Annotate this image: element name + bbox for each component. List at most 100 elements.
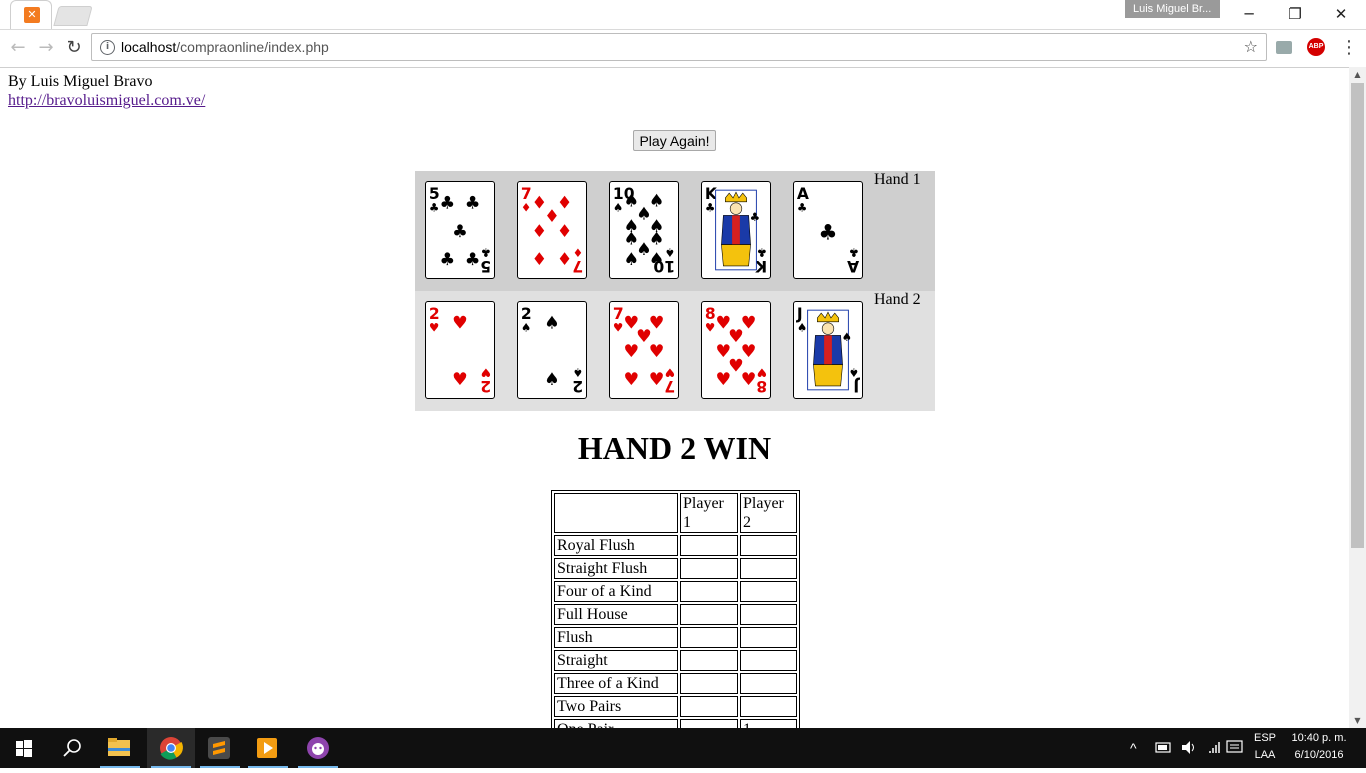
hand-label: Hand 2 (874, 291, 921, 308)
sublime-text-icon[interactable] (196, 728, 244, 768)
card-suit-top: ♣ (705, 201, 715, 215)
card: 5 ♣ 5 ♣ ♣ ♣ ♣ ♣ ♣ (425, 181, 495, 279)
table-cell (740, 627, 797, 648)
profile-button[interactable]: Luis Miguel Br... (1125, 0, 1220, 18)
minimize-icon[interactable]: ─ (1226, 0, 1272, 28)
table-row: Four of a Kind (554, 581, 797, 602)
language-indicator[interactable]: ESP (1250, 732, 1280, 744)
card-pip: ♥ (649, 370, 665, 390)
table-cell (680, 581, 738, 602)
card-pip: ♣ (465, 250, 481, 270)
search-icon[interactable] (48, 728, 96, 768)
browser-toolbar: ← → ↻ i localhost/compraonline/index.php… (0, 29, 1366, 68)
svg-text:♠: ♠ (849, 365, 859, 379)
card-corner-bottom: 5♣ (480, 245, 491, 275)
table-row: Two Pairs (554, 696, 797, 717)
table-cell (680, 558, 738, 579)
card-pip: ♦ (557, 222, 573, 242)
svg-text:♠: ♠ (573, 365, 583, 379)
card: 7 ♥ 7 ♥ ♥ ♥ ♥ ♥ ♥ ♥ ♥ (609, 301, 679, 399)
hands-board: 5 ♣ 5 ♣ ♣ ♣ ♣ ♣ ♣ 7 ♦ 7 ♦ ♦ ♦ ♦ ♦ ♦ ♦ ♦ 10 ♠ 10 ♠ ♠ ♠ ♠ ♠ ♠ ♠ ♠ ♠ ♠ ♠ K… (415, 171, 935, 411)
file-explorer-icon[interactable] (96, 728, 144, 768)
card-suit-face: ♠ (842, 330, 852, 344)
card-pip: ♣ (818, 221, 837, 246)
play-again-button[interactable]: Play Again! (633, 130, 716, 151)
card: 2 ♥ 2 ♥ ♥ ♥ (425, 301, 495, 399)
table-row: Full House (554, 604, 797, 625)
crown-icon (725, 191, 747, 203)
author-link[interactable]: http://bravoluismiguel.com.ve/ (8, 92, 205, 110)
card-pip: ♥ (624, 370, 640, 390)
menu-icon[interactable]: ⋮ (1340, 37, 1358, 58)
svg-text:♣: ♣ (757, 245, 767, 259)
card-suit-top: ♦ (521, 201, 531, 215)
extension-icon[interactable] (1276, 41, 1292, 54)
card-pip: ♥ (649, 342, 665, 362)
chevron-up-icon[interactable]: ^ (1130, 740, 1137, 756)
github-desktop-icon[interactable] (294, 728, 342, 768)
keyboard-layout-indicator[interactable]: LAA (1250, 749, 1280, 761)
svg-text:♣: ♣ (849, 245, 859, 259)
table-header: Player 2 (740, 493, 797, 533)
card: J ♠ J ♠ ♠ (793, 301, 863, 399)
svg-text:♥: ♥ (481, 365, 491, 379)
taskbar: ^ ESP LAA 10:40 p. m. 6/10/2016 (0, 728, 1366, 768)
chrome-icon[interactable] (147, 728, 195, 768)
card-corner-bottom: 2♥ (480, 365, 491, 395)
card-pip: ♣ (440, 194, 456, 214)
card-pip: ♠ (649, 250, 665, 270)
svg-text:♦: ♦ (573, 245, 583, 259)
scroll-thumb[interactable] (1351, 83, 1364, 548)
card-pip: ♥ (624, 342, 640, 362)
bookmark-star-icon[interactable]: ☆ (1244, 37, 1258, 56)
page-content: By Luis Miguel Bravo http://bravoluismig… (0, 67, 1349, 728)
card-corner-bottom: A♣ (847, 245, 859, 275)
back-icon[interactable]: ← (6, 36, 30, 60)
scroll-down-icon[interactable]: ▼ (1349, 713, 1366, 728)
vertical-scrollbar[interactable]: ▲ ▼ (1349, 67, 1366, 728)
card-suit-top: ♠ (521, 321, 531, 335)
info-icon[interactable]: i (100, 40, 115, 55)
card-pip: ♦ (532, 222, 548, 242)
table-header (554, 493, 678, 533)
card-corner-bottom: 7♥ (664, 365, 675, 395)
clock-date[interactable]: 6/10/2016 (1284, 749, 1354, 761)
maximize-icon[interactable]: ❐ (1272, 0, 1318, 28)
address-bar[interactable]: i localhost/compraonline/index.php ☆ (91, 33, 1267, 61)
hand-label: Hand 1 (874, 171, 921, 188)
card-pip: ♥ (741, 370, 757, 390)
result-heading: HAND 2 WIN (577, 430, 772, 466)
table-cell: Straight (554, 650, 678, 671)
table-row: Royal Flush (554, 535, 797, 556)
windows-start-icon[interactable] (0, 728, 48, 768)
card-suit-top: ♠ (613, 201, 623, 215)
hand-2-row: 2 ♥ 2 ♥ ♥ ♥ 2 ♠ 2 ♠ ♠ ♠ 7 ♥ 7 ♥ ♥ ♥ ♥ ♥ ♥ ♥ ♥ 8 ♥ 8 ♥ ♥ ♥ ♥ ♥ ♥ ♥ ♥ ♥ J… (415, 291, 935, 411)
card-corner-bottom: J♠ (849, 365, 860, 395)
system-tray-icons[interactable] (1154, 740, 1244, 756)
robe-stripe (732, 215, 740, 245)
hand-rank-table: Player 1 Player 2 Royal Flush Straight F… (551, 490, 800, 728)
table-cell: Full House (554, 604, 678, 625)
adblock-plus-icon[interactable]: ABP (1307, 38, 1325, 56)
table-row: Straight Flush (554, 558, 797, 579)
close-icon[interactable]: ✕ (1318, 0, 1364, 28)
card-suit-top: ♣ (797, 201, 807, 215)
clock-time[interactable]: 10:40 p. m. (1284, 732, 1354, 744)
card-suit-top: ♥ (429, 321, 439, 335)
table-cell (740, 673, 797, 694)
crown-icon (817, 311, 839, 323)
reload-icon[interactable]: ↻ (62, 36, 86, 60)
card: A ♣ A ♣ ♣ (793, 181, 863, 279)
url-text[interactable]: localhost/compraonline/index.php (121, 39, 329, 55)
svg-text:♣: ♣ (481, 245, 491, 259)
card-corner-bottom: 8♥ (756, 365, 767, 395)
media-player-icon[interactable] (244, 728, 292, 768)
card: K ♣ K ♣ ♣ (701, 181, 771, 279)
card: 7 ♦ 7 ♦ ♦ ♦ ♦ ♦ ♦ ♦ ♦ (517, 181, 587, 279)
new-tab-button[interactable] (53, 6, 93, 26)
scroll-up-icon[interactable]: ▲ (1349, 67, 1366, 82)
card-pip: ♣ (452, 222, 468, 242)
forward-icon[interactable]: → (34, 36, 58, 60)
card-pip: ♦ (557, 250, 573, 270)
table-cell (740, 558, 797, 579)
